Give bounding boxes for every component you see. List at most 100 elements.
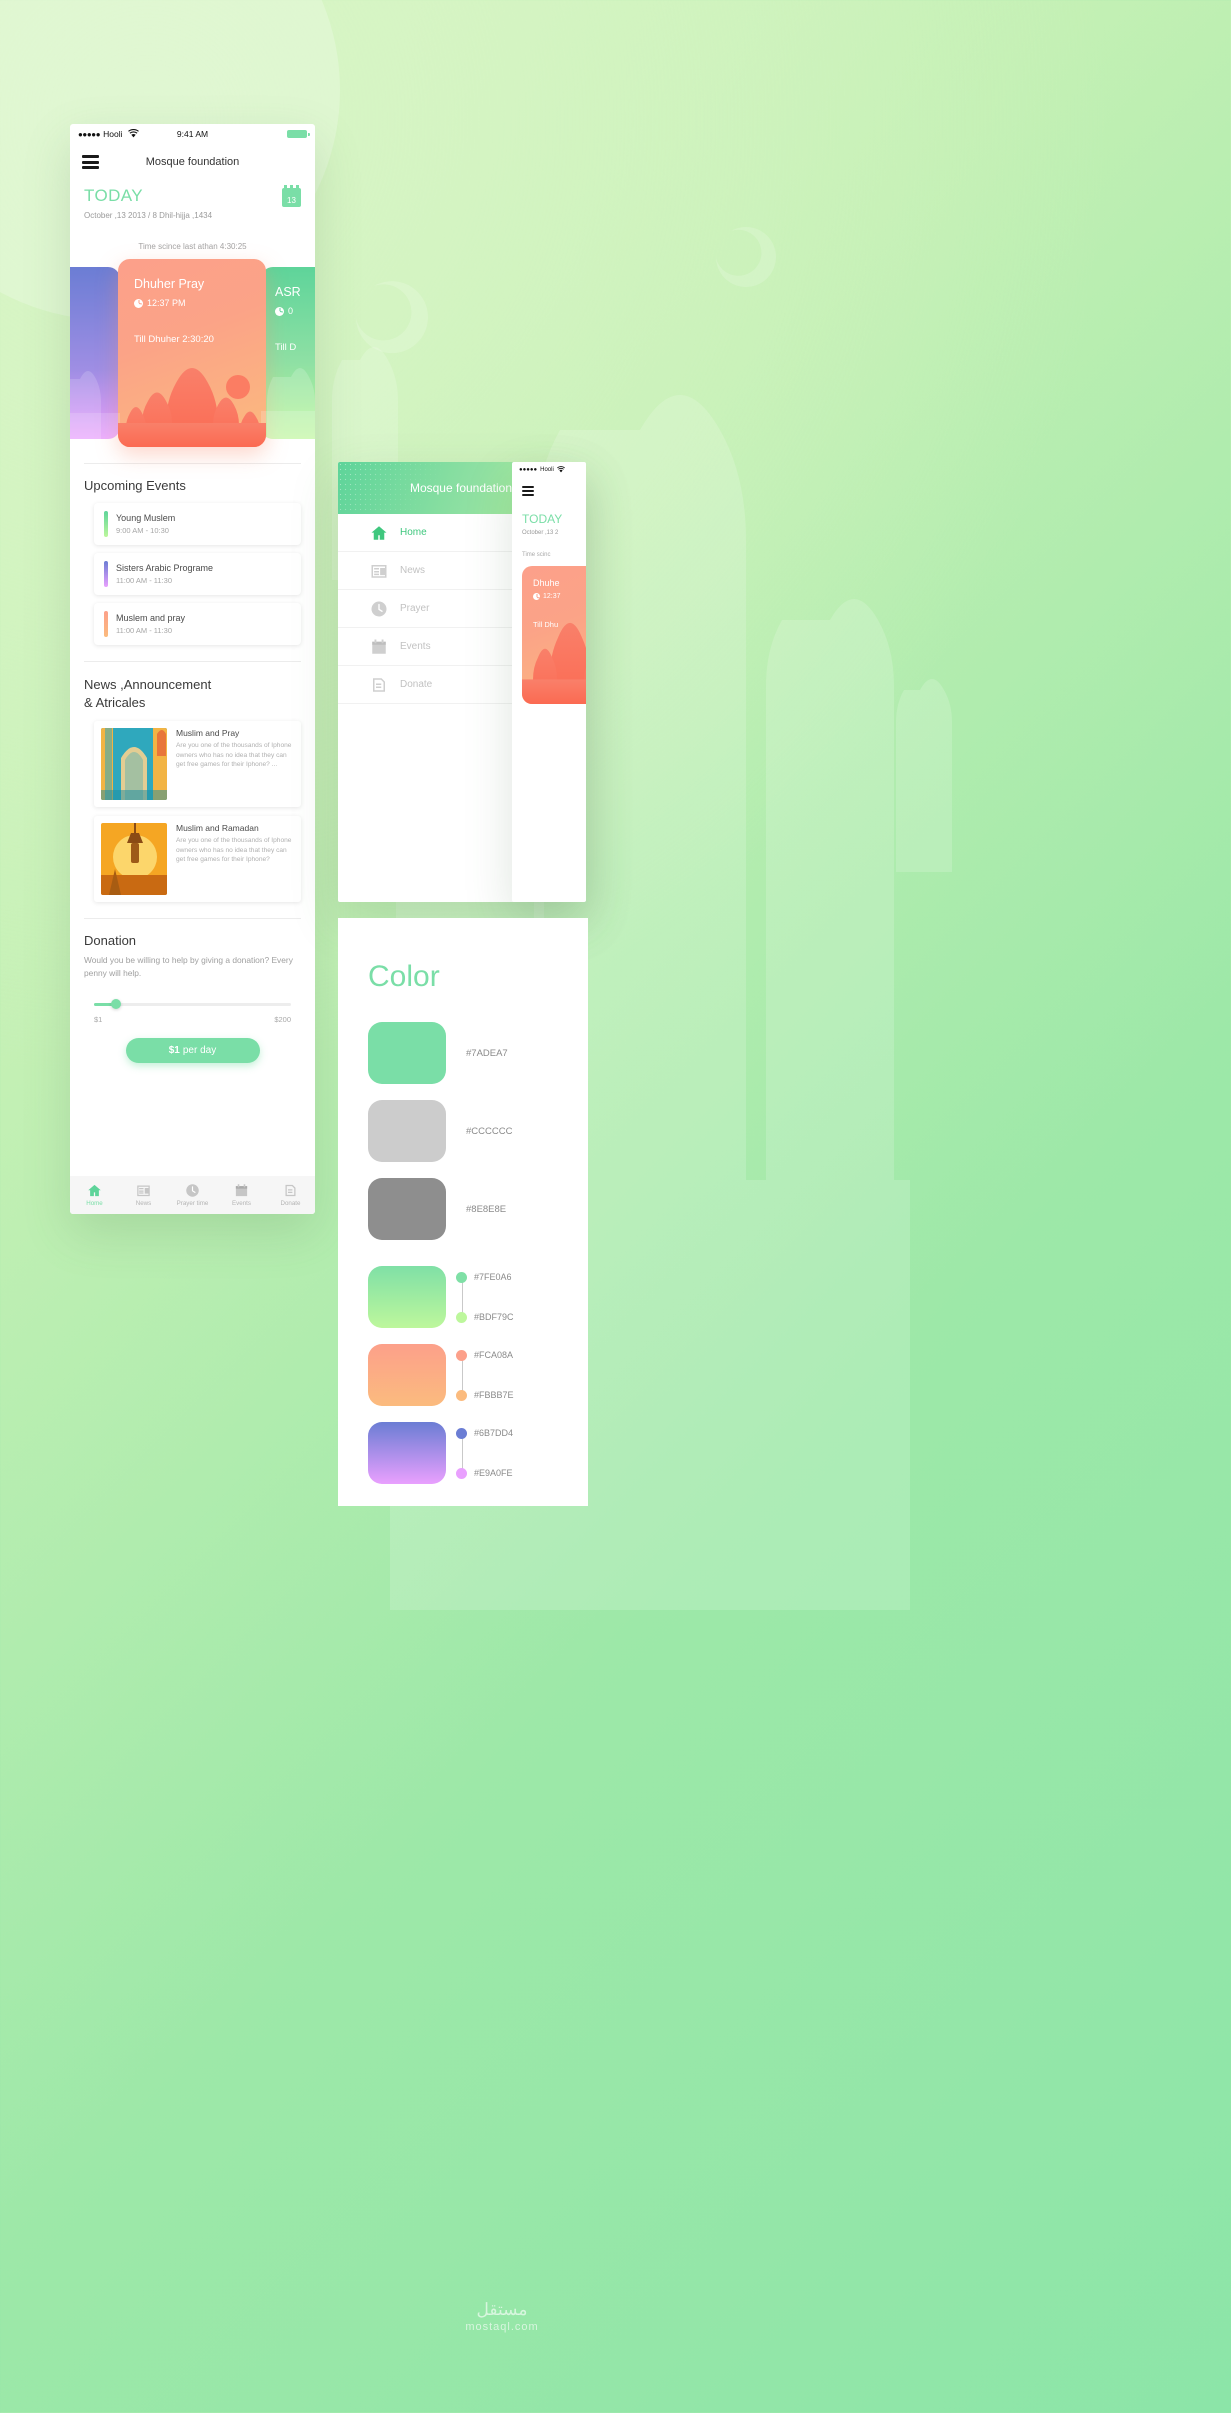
tab-label: News	[135, 1200, 152, 1207]
lantern-sunset-photo	[101, 823, 167, 896]
donation-section: Donation Would you be willing to help by…	[70, 933, 315, 1064]
list-item[interactable]: Sisters Arabic Programe 11:00 AM - 11:30	[94, 553, 301, 595]
color-hex-label: #7FE0A6	[474, 1272, 512, 1282]
divider	[84, 661, 301, 662]
divider	[84, 463, 301, 464]
slider-min-label: $1	[94, 1015, 103, 1025]
bottom-tab-bar: Home News Prayer time Events Donate	[70, 1176, 315, 1214]
wifi-icon	[556, 465, 565, 475]
calendar-day: 13	[287, 196, 296, 205]
list-item[interactable]: Muslem and pray 11:00 AM - 11:30	[94, 603, 301, 645]
color-hex-label: #FCA08A	[474, 1350, 514, 1360]
main-phone-screen: ●●●●● Hooli 9:41 AM Mosque foundation TO…	[70, 124, 315, 1214]
prayer-card-previous[interactable]	[70, 267, 120, 439]
donate-icon	[370, 676, 388, 694]
status-bar: ●●●●● Hooli 9:41 AM	[70, 124, 315, 144]
news-item-title: Muslim and Pray	[176, 728, 240, 739]
prayer-card-next[interactable]: ASR 0 Till D	[261, 267, 315, 439]
calendar-icon[interactable]: 13	[282, 185, 301, 207]
color-swatch	[368, 1178, 446, 1240]
donation-slider[interactable]	[94, 999, 291, 1010]
tab-donate[interactable]: Donate	[266, 1183, 315, 1207]
tab-label: Donate	[280, 1200, 301, 1207]
color-hex-label: #FBBB7E	[474, 1390, 514, 1400]
slider-knob[interactable]	[111, 999, 121, 1010]
clock-icon	[185, 1183, 200, 1198]
home-icon	[370, 524, 388, 542]
tab-label: Home	[86, 1200, 103, 1207]
home-icon	[87, 1183, 102, 1198]
events-list: Young Muslem 9:00 AM - 10:30 Sisters Ara…	[84, 503, 301, 645]
tab-home[interactable]: Home	[70, 1183, 119, 1207]
tab-prayer-time[interactable]: Prayer time	[168, 1183, 217, 1207]
slider-labels: $1 $200	[94, 1015, 291, 1024]
prayer-card-active[interactable]: Dhuher Pray 12:37 PM Till Dhuher 2:30:20	[118, 259, 266, 447]
connector-line	[461, 1355, 463, 1395]
carrier-label: Hooli	[540, 467, 554, 473]
news-title-line-2: & Atricales	[84, 694, 146, 710]
gradient-swatch-row: #7FE0A6 #BDF79C	[368, 1266, 588, 1328]
list-item[interactable]: Muslim and Ramadan Are you one of the th…	[94, 816, 301, 903]
prayer-card-title: Dhuher Pray	[134, 277, 205, 291]
watermark-arabic: مستقل	[476, 2300, 528, 2319]
event-time: 11:00 AM - 11:30	[116, 626, 173, 635]
color-hex-label: #E9A0FE	[474, 1468, 513, 1478]
prayer-card-active[interactable]: Dhuhe 12:37 Till Dhu	[522, 566, 586, 704]
calendar-icon	[234, 1183, 249, 1198]
slider-track	[94, 1003, 291, 1006]
color-dot	[456, 1349, 467, 1361]
color-swatch	[368, 1022, 446, 1084]
connector-line	[461, 1277, 463, 1317]
color-dot	[456, 1427, 467, 1439]
color-panel: Color #7ADEA7 #CCCCCC #8E8E8E #7FE0A6 #B…	[338, 918, 588, 1506]
color-dot	[456, 1389, 467, 1401]
gradient-labels: #6B7DD4 #E9A0FE	[456, 1422, 513, 1484]
events-section: Upcoming Events Young Muslem 9:00 AM - 1…	[70, 478, 315, 645]
news-item-title: Muslim and Ramadan	[176, 823, 259, 834]
donation-description: Would you be willing to help by giving a…	[84, 955, 293, 978]
news-icon	[136, 1183, 151, 1198]
mini-app-bar	[512, 478, 586, 504]
battery-icon	[287, 130, 310, 138]
drawer-item-label: Prayer	[400, 603, 430, 614]
list-item[interactable]: Muslim and Pray Are you one of the thous…	[94, 721, 301, 808]
donate-suffix: per day	[182, 1045, 217, 1057]
news-item-body: Are you one of the thousands of Iphone o…	[176, 742, 292, 769]
mini-today-block: TODAY October ,13 2	[512, 504, 586, 536]
event-name: Sisters Arabic Programe	[116, 563, 214, 573]
tab-events[interactable]: Events	[217, 1183, 266, 1207]
hamburger-menu-icon[interactable]	[522, 486, 534, 496]
tab-label: Events	[232, 1200, 251, 1207]
divider	[84, 918, 301, 920]
gradient-stop: #6B7DD4	[456, 1422, 513, 1444]
hamburger-menu-icon[interactable]	[82, 155, 99, 169]
prayer-card-next-till: Till D	[275, 342, 297, 353]
watermark-english: mostaql.com	[465, 2321, 539, 2333]
slider-max-label: $200	[274, 1015, 291, 1025]
today-heading: TODAY	[522, 512, 563, 526]
color-swatch	[368, 1266, 446, 1328]
donate-button[interactable]: $1 per day	[125, 1038, 260, 1064]
tab-news[interactable]: News	[119, 1183, 168, 1207]
list-item[interactable]: Young Muslem 9:00 AM - 10:30	[94, 503, 301, 545]
gradient-labels: #FCA08A #FBBB7E	[456, 1344, 514, 1406]
event-accent-bar	[104, 511, 108, 537]
event-accent-bar	[104, 561, 108, 587]
color-panel-title: Color	[368, 960, 440, 993]
prayer-card-carousel[interactable]: ASR 0 Till D Dhuher Pray 12:37 PM Till D…	[70, 259, 315, 447]
event-name: Young Muslem	[116, 513, 176, 523]
color-swatch-row: #7ADEA7	[368, 1022, 588, 1084]
color-hex-label: #8E8E8E	[466, 1203, 507, 1215]
gradient-stop: #FCA08A	[456, 1344, 514, 1366]
event-name: Muslem and pray	[116, 613, 186, 623]
clock-icon	[533, 593, 540, 600]
drawer-item-label: Events	[400, 641, 431, 652]
carrier-label: Hooli	[103, 129, 123, 139]
mini-phone-screen: ●●●●● Hooli TODAY October ,13 2 Time sci…	[512, 462, 586, 902]
donate-amount: $1	[168, 1045, 180, 1057]
news-title-line-1: News ,Announcement	[84, 677, 212, 692]
today-date: October ,13 2013 / 8 Dhil-hijja ,1434	[84, 211, 213, 220]
news-section: News ,Announcement & Atricales Muslim an…	[70, 676, 315, 903]
color-swatch	[368, 1344, 446, 1406]
gradient-stop: #E9A0FE	[456, 1462, 513, 1484]
